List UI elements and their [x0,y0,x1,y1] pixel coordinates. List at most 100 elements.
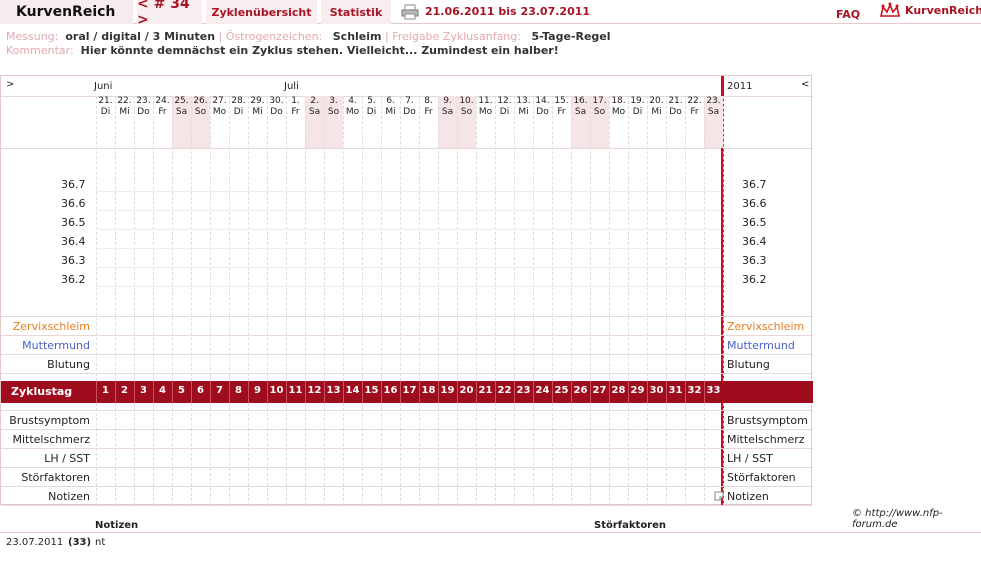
cycle-day-number[interactable]: 16 [381,385,400,396]
day-header[interactable]: 3. So [324,96,343,118]
cycle-day-number[interactable]: 20 [457,385,476,396]
day-header[interactable]: 18. Mo [609,96,628,118]
cycle-day-number[interactable]: 10 [267,385,286,396]
cycle-day-number[interactable]: 29 [628,385,647,396]
day-header[interactable]: 6. Mi [381,96,400,118]
cycle-day-number[interactable]: 1 [96,385,115,396]
day-header[interactable]: 30. Do [267,96,286,118]
note-icon[interactable] [714,491,724,501]
cycle-day-number[interactable]: 3 [134,385,153,396]
cycle-day-number[interactable]: 6 [191,385,210,396]
cycle-day-number[interactable]: 21 [476,385,495,396]
weekday: Fr [291,107,300,117]
day-header[interactable]: 22. Mi [115,96,134,118]
day-header[interactable]: 28. Di [229,96,248,118]
day-number: 19. [630,96,645,106]
month-label: Juli [284,81,299,92]
day-header[interactable]: 29. Mi [248,96,267,118]
day-header[interactable]: 8. Fr [419,96,438,118]
temperature-tick-left: 36.6 [61,197,86,210]
row-label-right: Zervixschleim [727,320,805,333]
cycle-day-number[interactable]: 12 [305,385,324,396]
day-column-divider [400,96,401,381]
day-header[interactable]: 10. So [457,96,476,118]
day-header[interactable]: 19. Di [628,96,647,118]
cycle-day-number[interactable]: 9 [248,385,267,396]
cycle-switcher[interactable]: < # 34 > [137,0,202,28]
cycle-day-number[interactable]: 27 [590,385,609,396]
row-label-left: Muttermund [22,339,90,352]
chart-next-button[interactable]: < [801,79,809,90]
cycle-day-number[interactable]: 30 [647,385,666,396]
day-header[interactable]: 22. Fr [685,96,704,118]
day-header[interactable]: 23. Sa [704,96,723,118]
day-number: 16. [573,96,588,106]
cycle-day-number[interactable]: 2 [115,385,134,396]
day-header[interactable]: 12. Di [495,96,514,118]
day-header[interactable]: 7. Do [400,96,419,118]
cycle-day-number[interactable]: 4 [153,385,172,396]
day-header[interactable]: 14. Do [533,96,552,118]
day-header[interactable]: 9. Sa [438,96,457,118]
day-number: 22. [687,96,702,106]
day-column-divider [324,96,325,381]
cycle-day-number[interactable]: 13 [324,385,343,396]
chart-prev-button[interactable]: > [6,79,14,90]
day-column-divider [343,403,344,506]
day-header[interactable]: 13. Mi [514,96,533,118]
day-column-divider [115,96,116,381]
cycle-day-number[interactable]: 24 [533,385,552,396]
day-header[interactable]: 25. Sa [172,96,191,118]
day-column-divider [438,96,439,381]
day-header[interactable]: 21. Di [96,96,115,118]
weekday: Fr [557,107,566,117]
row-divider [1,429,813,430]
cycle-day-number[interactable]: 25 [552,385,571,396]
day-column-divider [533,403,534,506]
day-column-divider [571,403,572,506]
day-header[interactable]: 15. Fr [552,96,571,118]
cycle-day-number[interactable]: 8 [229,385,248,396]
cycle-day-number[interactable]: 22 [495,385,514,396]
tab-cycle-overview[interactable]: Zyklenübersicht [206,0,317,24]
cycle-day-number[interactable]: 7 [210,385,229,396]
cycle-day-number[interactable]: 26 [571,385,590,396]
cycle-day-number[interactable]: 28 [609,385,628,396]
brand-title[interactable]: KurvenReich [0,0,133,24]
day-header[interactable]: 17. So [590,96,609,118]
copyright[interactable]: © http://www.nfp-forum.de [852,508,981,530]
freigabe-value: 5-Tage-Regel [531,30,611,43]
day-header[interactable]: 16. Sa [571,96,590,118]
day-header[interactable]: 2. Sa [305,96,324,118]
cycle-day-number[interactable]: 17 [400,385,419,396]
day-header[interactable]: 11. Mo [476,96,495,118]
day-header[interactable]: 27. Mo [210,96,229,118]
day-header[interactable]: 4. Mo [343,96,362,118]
day-number: 12. [497,96,512,106]
day-header[interactable]: 21. Do [666,96,685,118]
cycle-day-number[interactable]: 33 [704,385,723,396]
row-label-right: Notizen [727,490,769,503]
cycle-day-number[interactable]: 15 [362,385,381,396]
day-header[interactable]: 23. Do [134,96,153,118]
day-header[interactable]: 5. Di [362,96,381,118]
cycle-day-number[interactable]: 14 [343,385,362,396]
temperature-tick-right: 36.7 [742,178,767,191]
day-header[interactable]: 24. Fr [153,96,172,118]
cycle-day-number[interactable]: 23 [514,385,533,396]
row-divider [1,354,813,355]
day-header[interactable]: 20. Mi [647,96,666,118]
cycle-day-number[interactable]: 5 [172,385,191,396]
row-label-right: Blutung [727,358,770,371]
day-column-divider [248,403,249,506]
day-header[interactable]: 1. Fr [286,96,305,118]
tab-statistics[interactable]: Statistik [321,0,391,24]
cycle-day-number[interactable]: 32 [685,385,704,396]
cycle-day-number[interactable]: 31 [666,385,685,396]
cycle-day-number[interactable]: 18 [419,385,438,396]
cycle-day-number[interactable]: 19 [438,385,457,396]
printer-icon[interactable] [401,4,419,20]
cycle-day-number[interactable]: 11 [286,385,305,396]
day-header[interactable]: 26. So [191,96,210,118]
faq-link[interactable]: FAQ [836,8,860,21]
